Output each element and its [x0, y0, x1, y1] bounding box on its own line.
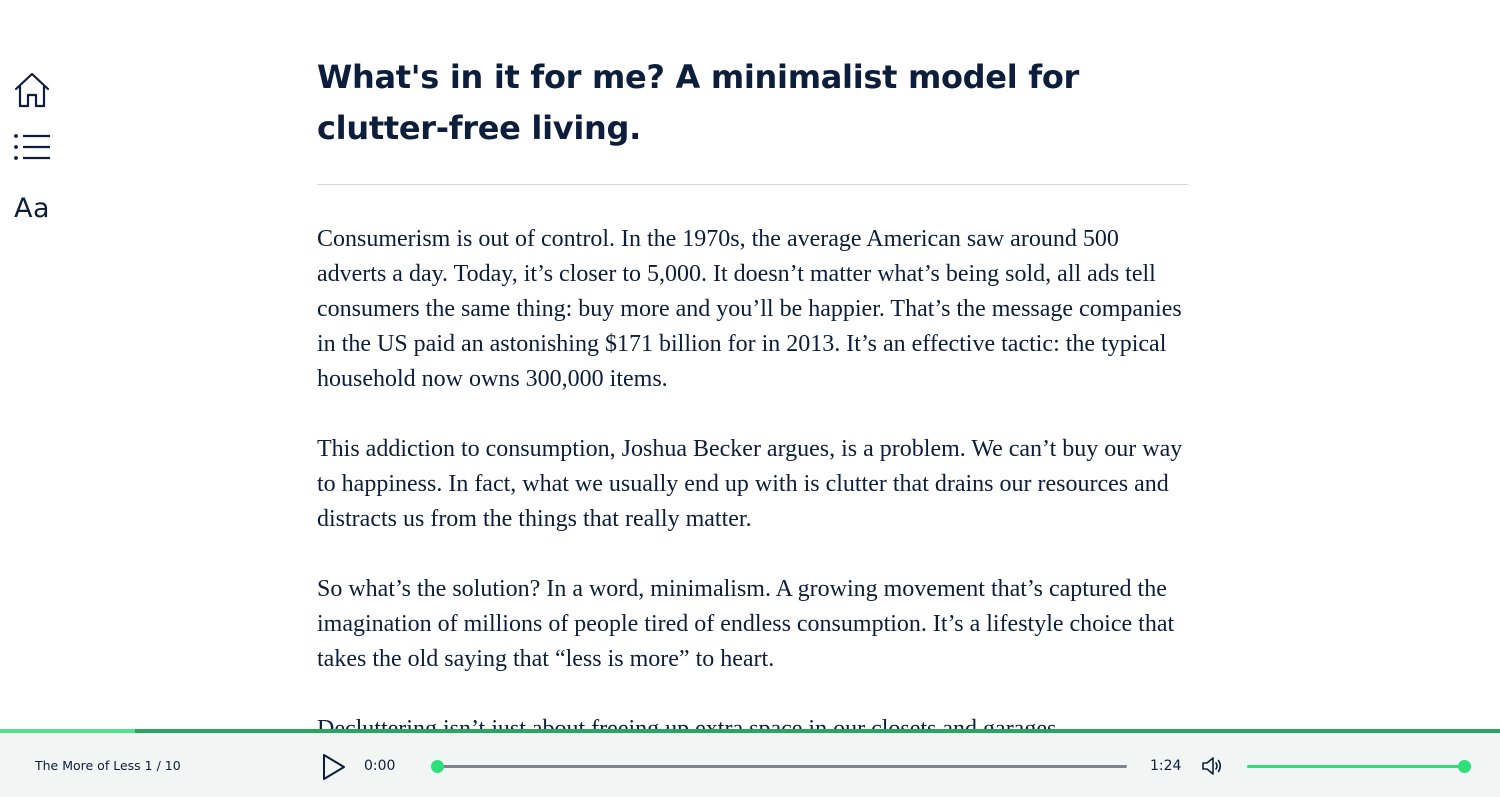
audio-player: The More of Less 1 / 10 0:00 1:24 [0, 729, 1500, 797]
play-button[interactable] [321, 753, 347, 781]
paragraph: Consumerism is out of control. In the 19… [317, 226, 1182, 392]
seek-bar[interactable] [431, 760, 1127, 773]
total-time: 1:24 [1150, 758, 1182, 774]
list-icon [14, 134, 50, 160]
book-info: The More of Less 1 / 10 [35, 758, 181, 773]
font-settings-label: Aa [13, 192, 50, 224]
seek-handle[interactable] [431, 760, 444, 773]
chapter-progress-bar [0, 729, 1500, 733]
font-settings-button[interactable]: Aa [11, 187, 53, 229]
chapter-title: What's in it for me? A minimalist model … [317, 58, 1079, 147]
paragraph: Decluttering isn’t just about freeing up… [317, 716, 1063, 729]
chapter-progress-fill [0, 729, 135, 733]
volume-handle[interactable] [1458, 760, 1471, 773]
speaker-icon [1202, 757, 1222, 775]
volume-slider[interactable] [1247, 760, 1471, 773]
paragraph: This addiction to consumption, Joshua Be… [317, 436, 1183, 532]
paragraph: So what’s the solution? In a word, minim… [317, 576, 1175, 672]
current-time: 0:00 [364, 758, 396, 774]
title-divider [317, 184, 1188, 185]
table-of-contents-button[interactable] [11, 127, 53, 169]
play-icon [323, 754, 345, 780]
chapter-body: Consumerism is out of control. In the 19… [317, 222, 1189, 729]
volume-button[interactable] [1201, 756, 1223, 776]
reader-content: What's in it for me? A minimalist model … [317, 52, 1189, 729]
home-button[interactable] [11, 69, 53, 111]
volume-fill [1247, 765, 1465, 768]
home-icon [14, 72, 50, 108]
